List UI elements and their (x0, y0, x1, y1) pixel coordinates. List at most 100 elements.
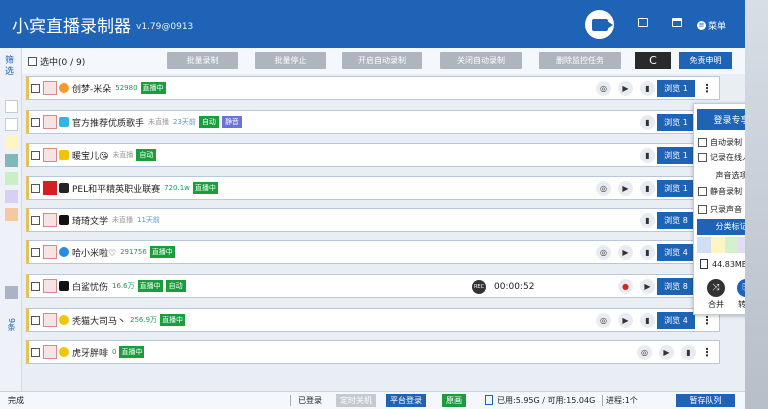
play-icon[interactable]: ▶ (618, 81, 633, 96)
row-checkbox[interactable] (31, 347, 40, 357)
play-icon[interactable]: ▶ (659, 345, 674, 360)
target-icon[interactable]: ◎ (596, 245, 611, 260)
stop-record-icon[interactable]: ● (618, 279, 633, 294)
list-item[interactable]: PEL和平精英职业联赛 720.1w 直播中 ◎ ▶ ▮ 浏览 1 (26, 176, 720, 200)
list-item[interactable]: 哈小米啦♡ 291756 直播中 ◎ ▶ ▮ 浏览 4 (26, 240, 720, 264)
list-item[interactable]: 创梦-米朵 52980 直播中 ◎ ▶ ▮ 浏览 1 ⋮ (26, 76, 720, 100)
list-item[interactable]: 白鲨忧伤 16.6万 直播中 自动 REC 00:00:52 ● ▶ 浏览 8 (26, 274, 720, 298)
more-options-icon[interactable]: ⋮ (700, 345, 714, 360)
play-icon[interactable]: ▶ (618, 181, 633, 196)
select-all[interactable]: 选中(0 / 9) (28, 55, 85, 68)
merge-button[interactable]: ⤨ 合并 (702, 279, 730, 310)
window-icon[interactable] (638, 18, 648, 27)
more-options-icon[interactable]: ⋮ (700, 81, 714, 96)
color-filter-yellow[interactable] (5, 136, 18, 149)
filter-label[interactable]: 筛选 (5, 56, 17, 78)
delete-icon[interactable]: ▮ (640, 148, 655, 163)
play-icon[interactable]: ▶ (618, 313, 633, 328)
auto-record-checkbox[interactable] (698, 138, 707, 147)
menu-label: 菜单 (708, 22, 727, 32)
row-checkbox[interactable] (31, 247, 40, 257)
disable-auto-record-button[interactable]: 关闭自动录制 (440, 52, 522, 69)
audio-only-option[interactable]: 只录声音 (698, 204, 742, 215)
timed-shutdown-button[interactable]: 定时关机 (336, 394, 376, 407)
menu-button[interactable]: ≡ 菜单 (697, 19, 726, 32)
browse-button[interactable]: 浏览 1 (657, 114, 695, 131)
folder-icon[interactable] (672, 18, 682, 27)
row-checkbox[interactable] (31, 83, 40, 93)
mute-record-option[interactable]: 静音录制 (698, 186, 742, 197)
target-icon[interactable]: ◎ (637, 345, 652, 360)
delete-icon[interactable]: ▮ (640, 181, 655, 196)
record-timer: 00:00:52 (494, 282, 535, 292)
color-swatch[interactable] (710, 237, 725, 253)
browse-button[interactable]: 浏览 8 (657, 212, 695, 229)
row-checkbox[interactable] (31, 183, 40, 193)
browse-button[interactable]: 浏览 4 (657, 312, 695, 329)
list-item[interactable]: 暖宝儿😘 未直播 自动 ▮ 浏览 1 (26, 143, 720, 167)
live-status: 未直播 (148, 118, 170, 126)
browse-button[interactable]: 浏览 1 (657, 147, 695, 164)
list-item[interactable]: 秃猫大司马丶 256.9万 直播中 ◎ ▶ ▮ 浏览 4 ⋮ (26, 308, 720, 332)
color-filter-orange[interactable] (5, 208, 18, 221)
pause-queue-button[interactable]: 暂存队列 (676, 394, 735, 407)
live-badge: 直播中 (192, 182, 218, 194)
row-checkbox[interactable] (31, 281, 40, 291)
disclaimer-button[interactable]: 免责申明 (679, 52, 732, 69)
row-checkbox[interactable] (31, 315, 40, 325)
color-filter-purple[interactable] (5, 190, 18, 203)
delete-icon[interactable]: ▮ (640, 115, 655, 130)
browse-button[interactable]: 浏览 1 (657, 80, 695, 97)
target-icon[interactable]: ◎ (596, 181, 611, 196)
browse-button[interactable]: 浏览 8 (657, 278, 695, 295)
viewer-count: 291756 (120, 248, 147, 256)
streamer-name: 琦琦文学 (72, 216, 109, 227)
funnel-icon[interactable] (5, 286, 18, 299)
delete-icon[interactable]: ▮ (640, 213, 655, 228)
filter-search-icon-2[interactable] (5, 118, 18, 131)
avatar (43, 181, 57, 195)
mute-record-checkbox[interactable] (698, 187, 707, 196)
delete-icon[interactable]: ▮ (640, 313, 655, 328)
select-all-checkbox[interactable] (28, 57, 37, 66)
target-icon[interactable]: ◎ (596, 313, 611, 328)
browse-button[interactable]: 浏览 1 (657, 180, 695, 197)
list-item[interactable]: 官方推荐优质歌手 未直播 23天前 自动 静音 ▮ 浏览 1 (26, 110, 720, 134)
auto-badge: 自动 (136, 149, 157, 161)
live-badge: 直播中 (160, 314, 186, 326)
play-icon[interactable]: ▶ (618, 245, 633, 260)
color-filter-green[interactable] (5, 172, 18, 185)
delete-icon[interactable]: ▮ (681, 345, 696, 360)
delete-icon[interactable]: ▮ (640, 81, 655, 96)
list-item[interactable]: 虎牙胖啡 0 直播中 ◎ ▶ ▮ ⋮ (26, 340, 720, 364)
batch-record-button[interactable]: 批量录制 (167, 52, 238, 69)
record-online-checkbox[interactable] (698, 153, 707, 162)
list-item[interactable]: 琦琦文学 未直播 11天前 ▮ 浏览 8 (26, 208, 720, 232)
refresh-button[interactable]: C (635, 52, 671, 69)
row-checkbox[interactable] (31, 215, 40, 225)
more-options-icon[interactable]: ⋮ (700, 313, 714, 328)
color-swatch[interactable] (724, 237, 739, 253)
viewer-count: 52980 (115, 84, 138, 92)
row-checkbox[interactable] (31, 117, 40, 127)
filter-search-icon[interactable] (5, 100, 18, 113)
avatar (43, 245, 57, 259)
quality-original-button[interactable]: 原画 (442, 394, 466, 407)
platform-login-button[interactable]: 平台登录 (386, 394, 426, 407)
camera-logo-icon[interactable] (585, 10, 614, 39)
streamer-name: 虎牙胖啡 (72, 348, 109, 359)
play-icon[interactable]: ▶ (640, 279, 655, 294)
browse-button[interactable]: 浏览 4 (657, 244, 695, 261)
batch-stop-button[interactable]: 批量停止 (255, 52, 326, 69)
delete-tasks-button[interactable]: 删除监控任务 (539, 52, 621, 69)
target-icon[interactable]: ◎ (596, 81, 611, 96)
delete-icon[interactable]: ▮ (640, 245, 655, 260)
enable-auto-record-button[interactable]: 开启自动录制 (342, 52, 422, 69)
color-swatch[interactable] (697, 237, 711, 253)
auto-record-option[interactable]: 自动录制 (698, 137, 742, 148)
audio-only-checkbox[interactable] (698, 205, 707, 214)
streamer-name: 暖宝儿😘 (72, 151, 109, 162)
row-checkbox[interactable] (31, 150, 40, 160)
merge-icon: ⤨ (707, 279, 725, 297)
color-filter-teal[interactable] (5, 154, 18, 167)
